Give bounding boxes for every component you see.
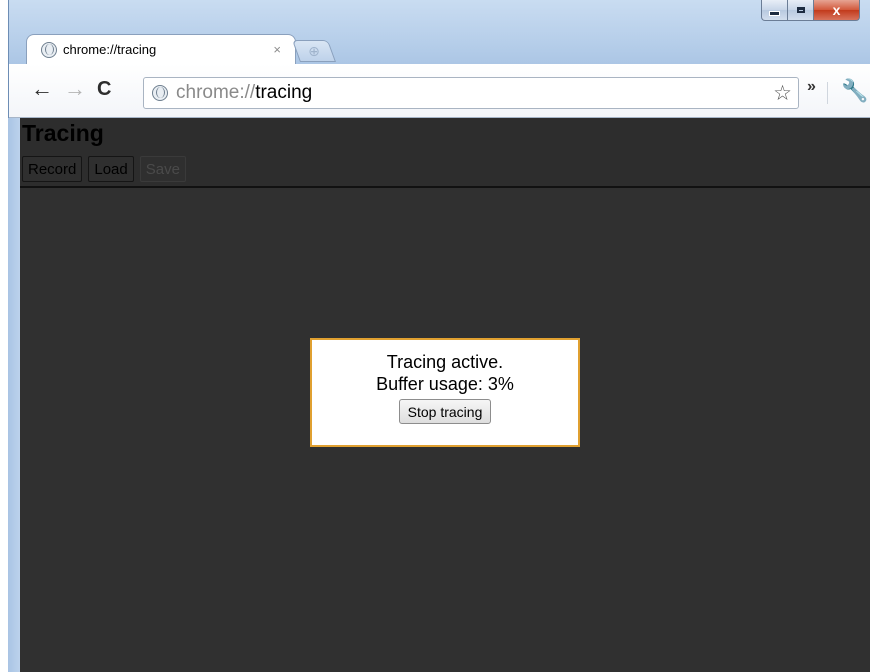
back-arrow-icon[interactable]: ← <box>31 77 53 101</box>
close-window-button[interactable]: x <box>814 0 860 21</box>
minimize-button[interactable] <box>761 0 788 21</box>
plus-icon: ⊕ <box>308 42 320 59</box>
new-tab-button[interactable]: ⊕ <box>291 40 337 62</box>
record-button[interactable]: Record <box>22 156 83 182</box>
window-frame-left-edge <box>8 118 20 672</box>
window-controls: x <box>761 0 860 21</box>
stop-tracing-button[interactable]: Stop tracing <box>398 399 492 424</box>
tracing-header: Tracing Record Load Save <box>20 118 870 188</box>
url-scheme: chrome:// <box>176 82 256 103</box>
save-button: Save <box>139 156 186 182</box>
tracing-status-dialog: Tracing active. Buffer usage: 3% Stop tr… <box>310 338 580 447</box>
close-icon: x <box>832 2 841 18</box>
maximize-button[interactable] <box>788 0 814 21</box>
tracing-status-text: Tracing active. <box>386 352 504 372</box>
overflow-chevron-icon[interactable]: » <box>807 78 816 96</box>
page-globe-icon <box>152 85 168 101</box>
tab-close-icon[interactable]: × <box>273 42 281 57</box>
browser-toolbar: ← → C chrome://tracing ☆ » 🔧 <box>9 64 870 118</box>
minimize-icon <box>769 10 780 16</box>
bookmark-star-icon[interactable]: ☆ <box>773 81 792 106</box>
url-host: tracing <box>255 82 313 103</box>
address-bar[interactable]: chrome://tracing ☆ <box>143 77 799 109</box>
globe-icon <box>41 41 57 58</box>
maximize-icon <box>796 7 805 13</box>
url-text[interactable]: chrome://tracing <box>176 82 312 104</box>
page-content: Tracing Record Load Save Tracing active.… <box>20 118 870 672</box>
tab-title: chrome://tracing <box>63 42 157 57</box>
load-button[interactable]: Load <box>88 156 134 182</box>
tab-tracing[interactable]: chrome://tracing × <box>26 34 296 64</box>
tracing-button-bar: Record Load Save <box>22 156 186 182</box>
page-title: Tracing <box>22 120 104 146</box>
wrench-icon[interactable]: 🔧 <box>841 78 868 104</box>
forward-arrow-icon[interactable]: → <box>64 77 86 101</box>
buffer-usage-text: Buffer usage: 3% <box>376 374 514 394</box>
toolbar-divider <box>827 82 828 104</box>
reload-icon[interactable]: C <box>97 77 111 101</box>
